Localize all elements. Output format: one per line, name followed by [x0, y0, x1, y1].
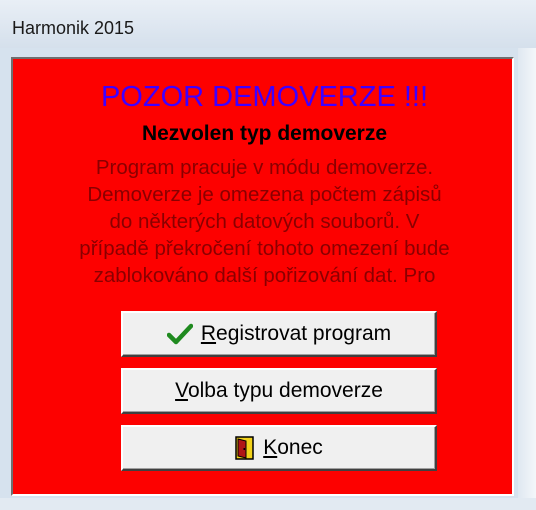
- demo-type-subheading: Nezvolen typ demoverze: [141, 122, 388, 145]
- demo-type-label-rest: olba typu demoverze: [187, 379, 383, 402]
- demo-warning-panel: POZOR DEMOVERZE !!! Nezvolen typ demover…: [11, 57, 514, 496]
- register-program-button[interactable]: Registrovat program: [121, 311, 437, 357]
- window-frame-right: [518, 48, 536, 510]
- app-window: Harmonik 2015 POZOR DEMOVERZE !!! Nezvol…: [0, 0, 536, 510]
- demo-type-label: Volba typu demoverze: [175, 379, 383, 403]
- register-label-rest: egistrovat program: [216, 322, 392, 345]
- title-bar[interactable]: Harmonik 2015: [0, 0, 536, 48]
- message-line: Program pracuje v módu demoverze.: [95, 156, 434, 179]
- exit-label-rest: onec: [277, 436, 323, 459]
- warning-heading: POZOR DEMOVERZE !!!: [100, 81, 429, 113]
- demo-type-button[interactable]: Volba typu demoverze: [121, 368, 437, 414]
- message-line: zablokováno další pořizování dat. Pro: [93, 264, 436, 287]
- register-mnemonic: R: [200, 322, 217, 345]
- checkmark-icon: [166, 323, 193, 345]
- window-title: Harmonik 2015: [12, 18, 135, 38]
- exit-label: Konec: [263, 436, 323, 460]
- exit-door-icon: [235, 436, 255, 460]
- message-line: případě překročení tohoto omezení bude: [79, 237, 450, 260]
- register-program-label: Registrovat program: [201, 322, 391, 346]
- message-line: do některých datových souborů. V: [109, 210, 420, 233]
- window-frame-bottom: [0, 498, 536, 510]
- message-line: Demoverze je omezena počtem zápisů: [87, 183, 442, 206]
- exit-mnemonic: K: [263, 436, 278, 459]
- demo-type-mnemonic: V: [175, 379, 188, 402]
- exit-button[interactable]: Konec: [121, 425, 437, 471]
